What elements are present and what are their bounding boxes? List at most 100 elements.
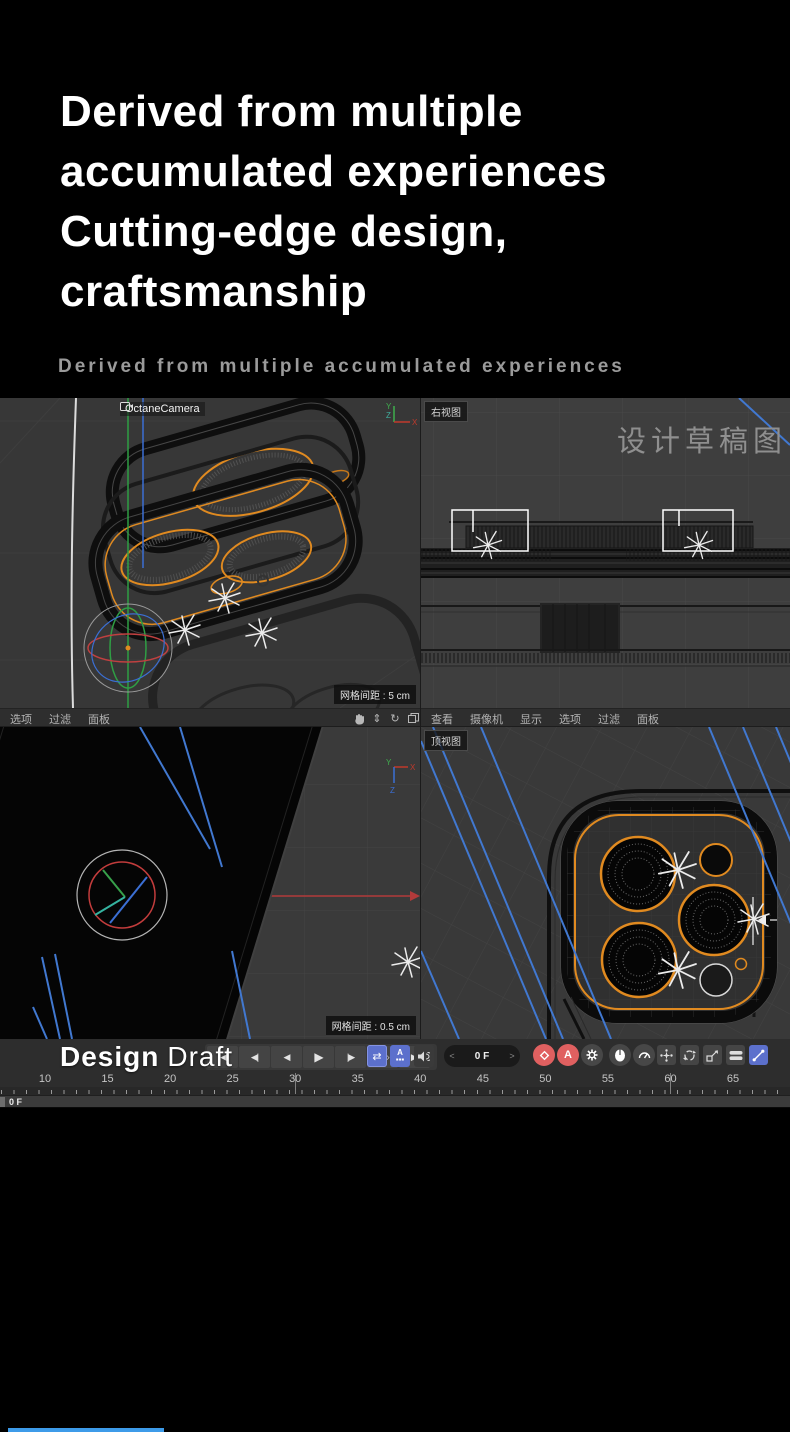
- record-mouse-button[interactable]: [609, 1044, 631, 1066]
- ruler-frame-number: 50: [539, 1073, 551, 1085]
- frame-prev-chevron[interactable]: <: [444, 1051, 460, 1061]
- sound-button[interactable]: [414, 1045, 434, 1067]
- timeline-ticks[interactable]: [0, 1087, 790, 1095]
- viewport-front-canvas: [0, 727, 420, 1039]
- pla-icon: [752, 1049, 765, 1062]
- record-pla-button[interactable]: [749, 1045, 768, 1065]
- ruler-frame-number: 35: [352, 1073, 364, 1085]
- current-frame-field[interactable]: < 0 F >: [444, 1045, 520, 1067]
- axis-y-label: Y: [386, 758, 392, 767]
- title-line-4: craftsmanship: [60, 262, 607, 322]
- page-title: Derived from multiple accumulated experi…: [60, 82, 607, 322]
- design-draft-title: DesignDraft: [60, 1041, 233, 1073]
- loop-playback-button[interactable]: ⇄: [367, 1045, 387, 1067]
- autokey-dots: ▪▪▪: [396, 1056, 405, 1063]
- editor-screenshot: OctaneCamera Y Z X 网格间距 : 5 cm: [0, 398, 790, 1108]
- rotate-view-icon[interactable]: ↻: [388, 712, 402, 726]
- next-frame-button[interactable]: |▶: [335, 1046, 366, 1068]
- viewport-top-label[interactable]: 顶视图: [424, 730, 468, 751]
- speedometer-icon: [638, 1049, 651, 1061]
- tick-marks: [1, 1090, 790, 1094]
- ruler-frame-number: 55: [602, 1073, 614, 1085]
- viewport-menubar: 选项 过滤 面板 ⇕ ↻ 查看 摄像机 显示 选项 过滤 面板: [0, 708, 790, 727]
- viewport-top[interactable]: 顶视图: [421, 727, 790, 1039]
- ruler-frame-number: 65: [727, 1073, 739, 1085]
- ruler-frame-number: 10: [39, 1073, 51, 1085]
- mouse-icon: [614, 1049, 626, 1062]
- record-rotation-button[interactable]: [680, 1045, 699, 1065]
- viewport-top-canvas: [421, 727, 790, 1039]
- left-menu-item[interactable]: 选项: [10, 711, 32, 727]
- autokeying-button[interactable]: A: [557, 1044, 579, 1066]
- ruler-frame-number: 25: [227, 1073, 239, 1085]
- title-line-3: Cutting-edge design,: [60, 202, 607, 262]
- camera-label[interactable]: OctaneCamera: [120, 402, 205, 416]
- right-menu-item[interactable]: 选项: [559, 711, 581, 727]
- ruler-frame-number: 20: [164, 1073, 176, 1085]
- viewport-front[interactable]: Y X Z 网格间距 : 0.5 cm: [0, 727, 420, 1039]
- axis-x-label: X: [410, 763, 416, 772]
- title-line-2: accumulated experiences: [60, 142, 607, 202]
- keyframe-selection-button[interactable]: [581, 1044, 603, 1066]
- ruler-frame-number: 60: [664, 1073, 676, 1085]
- hero-section: Derived from multiple accumulated experi…: [0, 0, 790, 398]
- menubar-left-icons: ⇕ ↻: [352, 709, 420, 728]
- pan-hand-icon[interactable]: [352, 712, 366, 726]
- axis-z-label: Z: [390, 786, 395, 795]
- left-menu-item[interactable]: 面板: [88, 711, 110, 727]
- viewport-divider[interactable]: [420, 398, 421, 1039]
- viewport-perspective-canvas: [0, 398, 420, 708]
- menubar-left: 选项 过滤 面板: [10, 709, 127, 728]
- axis-y-label: Y: [386, 402, 392, 411]
- right-menu-item[interactable]: 摄像机: [470, 711, 503, 727]
- frame-value: 0 F: [460, 1051, 504, 1062]
- viewport-perspective[interactable]: OctaneCamera Y Z X 网格间距 : 5 cm: [0, 398, 420, 708]
- frame-next-chevron[interactable]: >: [504, 1051, 520, 1061]
- record-parameter-button[interactable]: [726, 1045, 745, 1065]
- keyframe-diamond-icon: [539, 1050, 550, 1061]
- ruler-frame-number: 30: [289, 1073, 301, 1085]
- dolly-zoom-icon[interactable]: ⇕: [370, 712, 384, 726]
- footer-section: [0, 1108, 790, 1432]
- maximize-view-icon[interactable]: [406, 712, 420, 726]
- right-menu-item[interactable]: 显示: [520, 711, 542, 727]
- right-menu-item[interactable]: 面板: [637, 711, 659, 727]
- ruler-frame-number: 40: [414, 1073, 426, 1085]
- viewport-right-label[interactable]: 右视图: [424, 401, 468, 422]
- design-draft-watermark: 设计草稿图: [617, 418, 787, 460]
- title-line-1: Derived from multiple: [60, 82, 607, 142]
- play-button[interactable]: ▶: [303, 1046, 334, 1068]
- autokey-range-button[interactable]: A▪▪▪: [390, 1045, 410, 1067]
- left-menu-item[interactable]: 过滤: [49, 711, 71, 727]
- position-icon: [660, 1049, 673, 1062]
- axis-x-label: X: [412, 418, 418, 427]
- current-frame-label: 0 F: [9, 1097, 22, 1107]
- ruler-frame-number: 45: [477, 1073, 489, 1085]
- previous-frame-button[interactable]: ◀: [271, 1046, 302, 1068]
- page-subtitle: Derived from multiple accumulated experi…: [58, 356, 625, 378]
- grid-spacing-label: 网格间距 : 0.5 cm: [326, 1016, 416, 1035]
- record-scale-button[interactable]: [703, 1045, 722, 1065]
- right-menu-item[interactable]: 过滤: [598, 711, 620, 727]
- parameter-sliders-icon: [729, 1050, 743, 1061]
- menubar-right: 查看 摄像机 显示 选项 过滤 面板: [431, 709, 676, 728]
- range-handle[interactable]: [0, 1097, 5, 1107]
- footer-progress-bar: [8, 1428, 164, 1432]
- page: Derived from multiple accumulated experi…: [0, 0, 790, 1432]
- record-keyframe-button[interactable]: [533, 1044, 555, 1066]
- axis-z-label: Z: [386, 411, 391, 420]
- rotation-icon: [683, 1049, 696, 1062]
- viewport-right[interactable]: 右视图 设计草稿图: [421, 398, 790, 708]
- timeline: DesignDraft |◀◀|◀▶|▶▶◇▶| ⇄ A▪▪▪ < 0 F >: [0, 1039, 790, 1108]
- ruler-frame-number: 15: [101, 1073, 113, 1085]
- preview-range-bar[interactable]: 0 F: [0, 1095, 790, 1108]
- record-position-button[interactable]: [657, 1045, 676, 1065]
- scale-icon: [706, 1049, 719, 1062]
- axis-gizmo: Y Z X: [382, 400, 418, 430]
- right-menu-item[interactable]: 查看: [431, 711, 453, 727]
- previous-key-button[interactable]: ◀|: [239, 1046, 270, 1068]
- hud-gauge-button[interactable]: [633, 1044, 655, 1066]
- design-draft-bold: Design: [60, 1041, 159, 1072]
- gear-icon: [586, 1049, 598, 1061]
- speaker-icon: [418, 1051, 430, 1062]
